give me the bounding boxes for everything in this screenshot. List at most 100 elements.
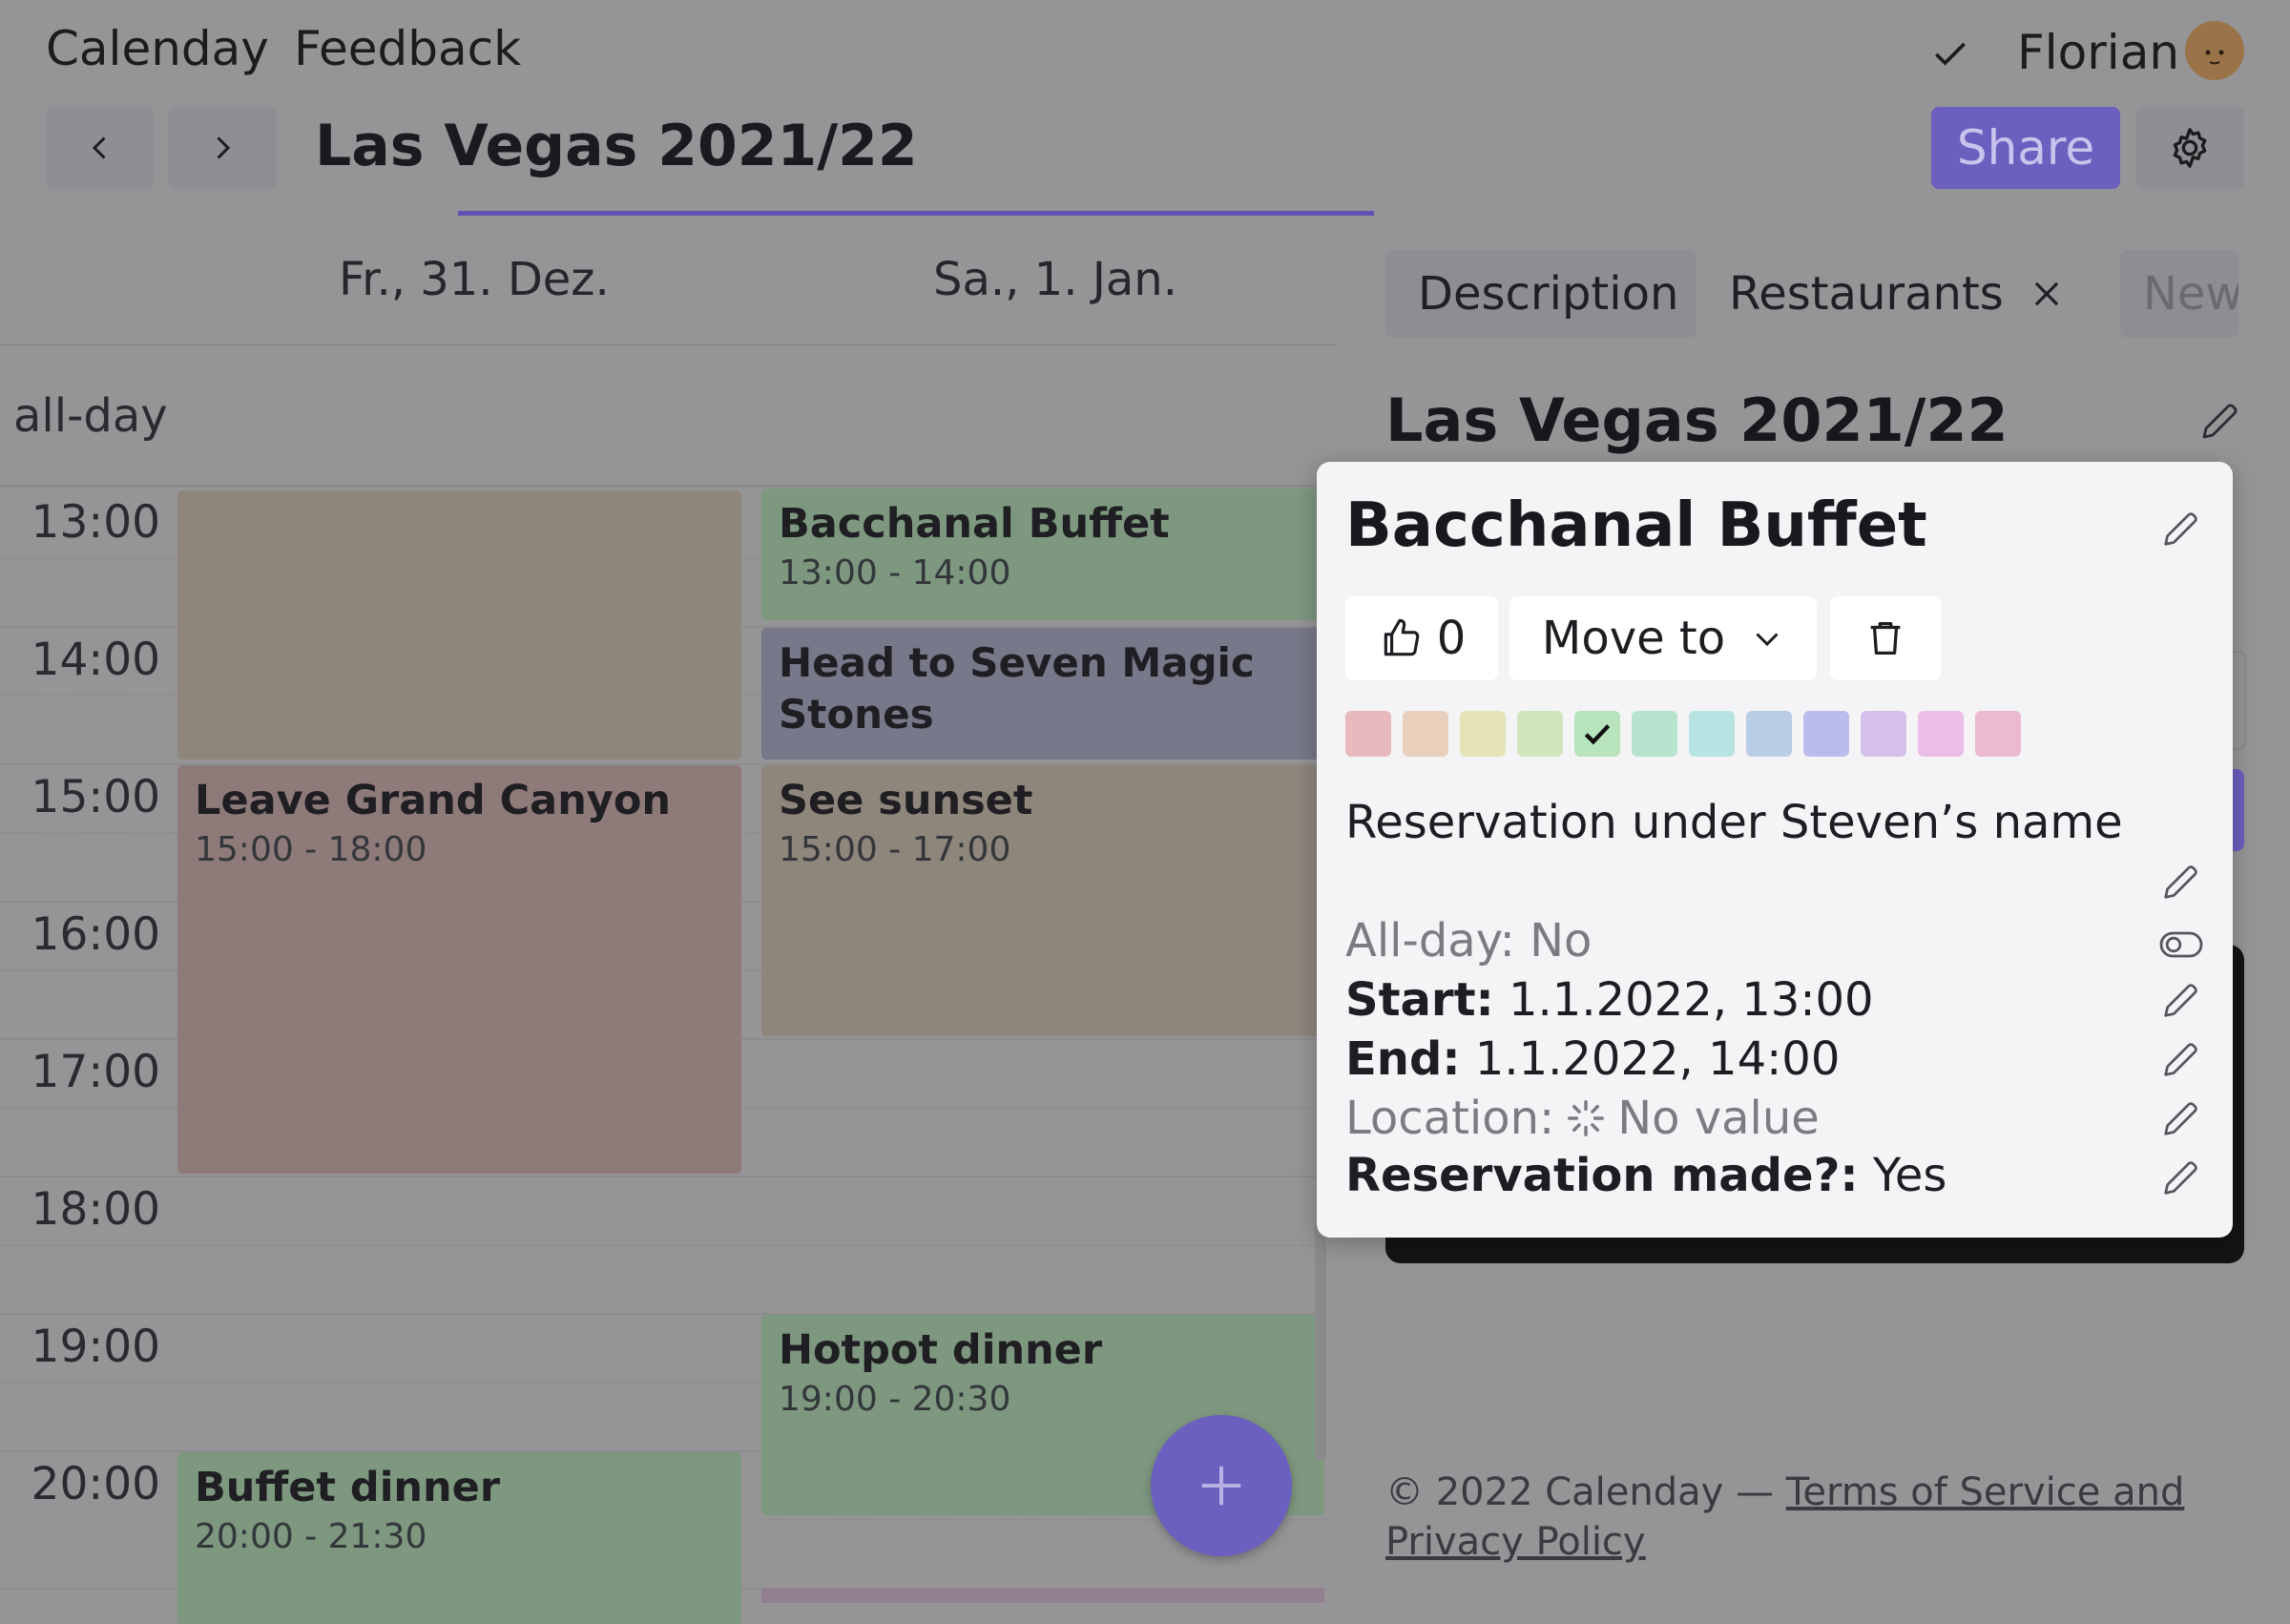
prop-start-value: 1.1.2022, 13:00 bbox=[1508, 973, 1874, 1027]
thumbs-up-icon bbox=[1384, 618, 1419, 656]
allday-divider bbox=[0, 485, 1338, 488]
pencil-icon[interactable] bbox=[2196, 399, 2242, 448]
trash-icon bbox=[1870, 622, 1901, 655]
pencil-icon[interactable] bbox=[2158, 508, 2202, 555]
chevron-right-icon bbox=[217, 136, 231, 159]
event-time: 15:00 - 17:00 bbox=[779, 830, 1011, 869]
color-swatch[interactable] bbox=[1803, 711, 1849, 757]
popover-title: Bacchanal Buffet bbox=[1345, 490, 1927, 561]
tab-new[interactable]: New bbox=[2120, 250, 2238, 338]
event-title: See sunset bbox=[779, 777, 1033, 824]
prop-end-value: 1.1.2022, 14:00 bbox=[1474, 1032, 1841, 1086]
hour-label: 14:00 bbox=[31, 634, 160, 686]
add-event-button[interactable] bbox=[1151, 1415, 1292, 1556]
color-swatch[interactable] bbox=[1861, 711, 1906, 757]
event-see-sunset[interactable]: See sunset 15:00 - 17:00 bbox=[761, 765, 1324, 1036]
prop-start-key: Start: bbox=[1345, 973, 1494, 1027]
prop-location-value: No value bbox=[1617, 1092, 1820, 1145]
check-icon bbox=[1584, 724, 1611, 745]
pencil-icon[interactable] bbox=[2158, 979, 2202, 1027]
pencil-icon[interactable] bbox=[2158, 1097, 2202, 1145]
toggle-icon[interactable] bbox=[2158, 926, 2204, 968]
event-buffet-dinner[interactable]: Buffet dinner 20:00 - 21:30 bbox=[177, 1452, 741, 1624]
half-hour-line bbox=[0, 1244, 1326, 1246]
hour-label: 18:00 bbox=[31, 1183, 160, 1236]
nav-calenday-link[interactable]: Calenday bbox=[46, 21, 269, 76]
tab-restaurants-label: Restaurants bbox=[1729, 267, 2004, 321]
header-divider bbox=[0, 344, 1338, 345]
tab-restaurants[interactable]: Restaurants bbox=[1708, 250, 2090, 338]
prop-location: Location: No value bbox=[1345, 1092, 1820, 1145]
tab-description[interactable]: Description bbox=[1385, 250, 1697, 338]
prop-allday-value: No bbox=[1530, 914, 1593, 968]
event-title: Head to Seven Magic Stones bbox=[779, 639, 1255, 738]
nav-feedback-link[interactable]: Feedback bbox=[294, 21, 521, 76]
title-underline bbox=[458, 211, 1374, 216]
day-header-sat: Sa., 1. Jan. bbox=[933, 253, 1177, 306]
hour-line bbox=[0, 1176, 1326, 1177]
event-bacchanal-buffet[interactable]: Bacchanal Buffet 13:00 - 14:00 bbox=[761, 489, 1324, 620]
prev-button[interactable] bbox=[46, 107, 155, 189]
color-swatch[interactable] bbox=[1632, 711, 1677, 757]
hour-label: 16:00 bbox=[31, 908, 160, 961]
prop-start: Start: 1.1.2022, 13:00 bbox=[1345, 973, 1874, 1027]
check-icon[interactable] bbox=[1929, 32, 1971, 74]
event-block-untitled[interactable] bbox=[177, 490, 741, 760]
pencil-icon[interactable] bbox=[2158, 861, 2202, 908]
color-swatch[interactable] bbox=[1918, 711, 1964, 757]
event-block-partial[interactable] bbox=[761, 1588, 1324, 1603]
color-swatch[interactable] bbox=[1517, 711, 1563, 757]
pencil-icon[interactable] bbox=[2158, 1038, 2202, 1086]
color-swatch[interactable] bbox=[1975, 711, 2021, 757]
color-swatch-selected[interactable] bbox=[1574, 711, 1620, 757]
event-time: 19:00 - 20:30 bbox=[779, 1380, 1011, 1419]
event-title: Hotpot dinner bbox=[779, 1326, 1103, 1374]
prop-location-key: Location: bbox=[1345, 1092, 1555, 1145]
event-title: Buffet dinner bbox=[195, 1464, 501, 1511]
user-name: Florian bbox=[2017, 25, 2180, 80]
event-seven-magic-stones[interactable]: Head to Seven Magic Stones bbox=[761, 628, 1324, 760]
prop-end: End: 1.1.2022, 14:00 bbox=[1345, 1032, 1840, 1086]
settings-button[interactable] bbox=[2135, 107, 2244, 189]
close-icon[interactable] bbox=[2029, 276, 2065, 312]
avatar[interactable] bbox=[2185, 21, 2244, 80]
pencil-icon[interactable] bbox=[2158, 1156, 2202, 1204]
hour-label: 19:00 bbox=[31, 1321, 160, 1373]
event-time: 20:00 - 21:30 bbox=[195, 1517, 427, 1556]
calendar-scrollbar[interactable] bbox=[1315, 1221, 1326, 1460]
like-button[interactable]: 0 bbox=[1345, 596, 1498, 680]
color-swatch[interactable] bbox=[1746, 711, 1792, 757]
move-to-label: Move to bbox=[1541, 612, 1726, 665]
prop-reservation-value: Yes bbox=[1872, 1149, 1947, 1202]
allday-label: all-day bbox=[13, 389, 168, 443]
hour-label: 20:00 bbox=[31, 1458, 160, 1510]
event-leave-grand-canyon[interactable]: Leave Grand Canyon 15:00 - 18:00 bbox=[177, 765, 741, 1174]
prop-reservation-key: Reservation made?: bbox=[1345, 1149, 1859, 1202]
color-swatch[interactable] bbox=[1460, 711, 1506, 757]
page-title[interactable]: Las Vegas 2021/22 bbox=[315, 113, 918, 179]
event-time: 15:00 - 18:00 bbox=[195, 830, 427, 869]
next-button[interactable] bbox=[168, 107, 277, 189]
like-count: 0 bbox=[1436, 612, 1467, 665]
plus-icon bbox=[1201, 1466, 1241, 1506]
day-header-fri: Fr., 31. Dez. bbox=[339, 253, 610, 306]
move-to-dropdown[interactable]: Move to bbox=[1509, 596, 1817, 680]
color-swatch[interactable] bbox=[1689, 711, 1735, 757]
prop-end-key: End: bbox=[1345, 1032, 1461, 1086]
share-button[interactable]: Share bbox=[1931, 107, 2120, 189]
prop-allday: All-day: No bbox=[1345, 914, 1592, 968]
panel-title: Las Vegas 2021/22 bbox=[1385, 385, 2009, 455]
hour-label: 17:00 bbox=[31, 1046, 160, 1098]
footer: © 2022 Calenday — Terms of Service and P… bbox=[1385, 1468, 2244, 1567]
event-popover: Bacchanal Buffet 0 Move to Reservation u… bbox=[1317, 462, 2233, 1238]
event-title: Bacchanal Buffet bbox=[779, 500, 1170, 548]
color-swatch[interactable] bbox=[1345, 711, 1391, 757]
color-swatch[interactable] bbox=[1403, 711, 1448, 757]
hour-label: 13:00 bbox=[31, 496, 160, 549]
hour-label: 15:00 bbox=[31, 771, 160, 823]
prop-allday-key: All-day: bbox=[1345, 914, 1515, 968]
delete-button[interactable] bbox=[1830, 596, 1941, 680]
prop-reservation: Reservation made?: Yes bbox=[1345, 1149, 1946, 1202]
popover-description: Reservation under Steven’s name bbox=[1345, 796, 2123, 849]
event-time: 13:00 - 14:00 bbox=[779, 553, 1011, 593]
